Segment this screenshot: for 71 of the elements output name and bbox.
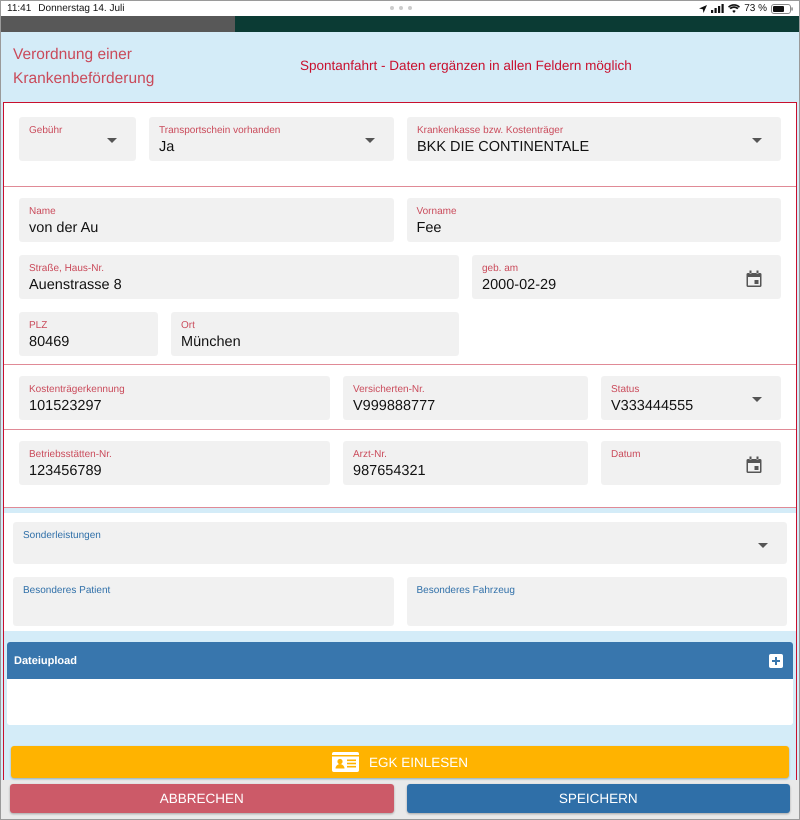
field-label: geb. am xyxy=(482,262,520,275)
field-value: V999888777 xyxy=(353,397,436,415)
dropdown-caret-icon xyxy=(752,138,762,143)
add-icon[interactable] xyxy=(769,654,783,668)
input-field[interactable]: Ort München xyxy=(171,312,459,356)
id-card-icon xyxy=(332,752,359,772)
multitask-dots-icon[interactable] xyxy=(390,6,412,10)
battery-icon xyxy=(771,4,793,14)
field-label: Gebühr xyxy=(29,124,64,137)
dropdown-caret-icon xyxy=(107,138,117,143)
field-label: Besonderes Fahrzeug xyxy=(416,584,516,597)
dropdown-caret-icon xyxy=(758,543,768,548)
field-value: München xyxy=(181,333,242,351)
notice-text: Spontanfahrt - Daten ergänzen in allen Feldern möglich xyxy=(300,58,632,72)
field-label: Kostenträgerkennung xyxy=(29,383,126,396)
field-label: Straße, Haus-Nr. xyxy=(29,262,106,275)
field-value: 123456789 xyxy=(29,462,103,480)
input-field[interactable]: Kostenträgerkennung 101523297 xyxy=(19,376,330,420)
field-value: 101523297 xyxy=(29,397,103,415)
field-value: Auenstrasse 8 xyxy=(29,276,123,294)
calendar-icon xyxy=(746,456,762,474)
field-label: Datum xyxy=(611,448,642,461)
field-label: Transportschein vorhanden xyxy=(159,124,282,137)
field-label: Versicherten-Nr. xyxy=(353,383,426,396)
field-label: Vorname xyxy=(416,205,458,218)
date-field[interactable]: Datum xyxy=(601,441,781,485)
signal-icon xyxy=(711,4,724,13)
input-field[interactable]: Versicherten-Nr. V999888777 xyxy=(343,376,588,420)
field-label: Ort xyxy=(181,319,196,332)
wifi-icon xyxy=(728,4,740,13)
field-label: Betriebsstätten-Nr. xyxy=(29,448,113,461)
field-label: Krankenkasse bzw. Kostenträger xyxy=(417,124,564,137)
dropdown-field[interactable]: Status V333444555 xyxy=(601,376,781,420)
dropdown-field[interactable]: Sonderleistungen xyxy=(13,522,787,564)
panel-title: Dateiupload xyxy=(14,654,77,666)
field-value: Ja xyxy=(159,138,176,156)
battery-percent: 73 % xyxy=(744,3,767,14)
input-field[interactable]: Arzt-Nr. 987654321 xyxy=(343,441,588,485)
input-field[interactable]: Betriebsstätten-Nr. 123456789 xyxy=(19,441,330,485)
field-label: PLZ xyxy=(29,319,48,332)
save-button[interactable]: SPEICHERN xyxy=(406,784,790,813)
field-value: von der Au xyxy=(29,219,100,237)
date-field[interactable]: geb. am 2000-02-29 xyxy=(472,255,781,299)
dropdown-field[interactable]: Krankenkasse bzw. Kostenträger BKK DIE CONTINENTALE xyxy=(407,117,781,161)
field-label: Status xyxy=(611,383,640,396)
input-field[interactable]: Vorname Fee xyxy=(406,198,781,242)
dropdown-field[interactable]: Transportschein vorhanden Ja xyxy=(149,117,394,161)
input-field[interactable]: Besonderes Patient xyxy=(13,577,394,626)
status-date: Donnerstag 14. Juli xyxy=(38,3,124,14)
input-field[interactable]: PLZ 80469 xyxy=(19,312,158,356)
cancel-button[interactable]: ABBRECHEN xyxy=(10,784,394,813)
field-label: Besonderes Patient xyxy=(23,584,112,597)
field-value: Fee xyxy=(416,219,442,237)
field-value: V333444555 xyxy=(611,397,694,415)
field-value: 987654321 xyxy=(353,462,427,480)
input-field[interactable]: Name von der Au xyxy=(19,198,394,242)
field-value: BKK DIE CONTINENTALE xyxy=(417,138,590,156)
input-field[interactable]: Besonderes Fahrzeug xyxy=(406,577,787,626)
field-value: 80469 xyxy=(29,333,70,351)
field-label: Name xyxy=(29,205,57,218)
input-field[interactable]: Straße, Haus-Nr. Auenstrasse 8 xyxy=(19,255,459,299)
dialog-title: Verordnung einer Krankenbeförderung xyxy=(12,45,156,89)
status-time: 11:41 xyxy=(7,3,32,14)
dropdown-caret-icon xyxy=(752,397,762,402)
field-label: Sonderleistungen xyxy=(23,529,102,542)
field-label: Arzt-Nr. xyxy=(353,448,388,461)
dropdown-field[interactable]: Gebühr xyxy=(19,117,136,161)
calendar-icon xyxy=(746,270,762,288)
location-arrow-icon xyxy=(699,4,708,12)
dropdown-caret-icon xyxy=(365,138,375,143)
field-value: 2000-02-29 xyxy=(482,276,558,294)
